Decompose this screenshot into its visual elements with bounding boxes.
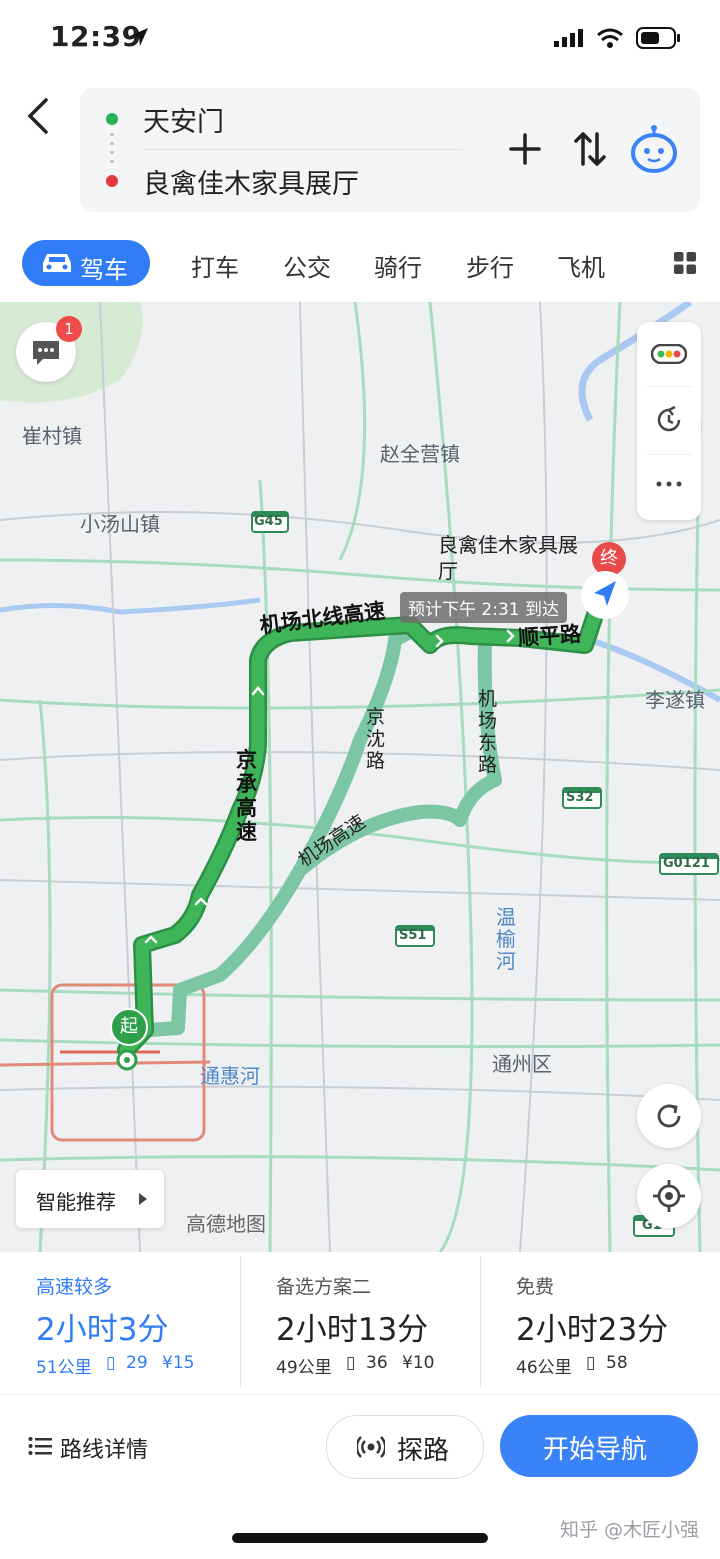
add-waypoint-icon[interactable] [508,132,542,166]
plan-option-2[interactable]: 备选方案二 2小时13分 49公里 ▯ 36 ¥10 [240,1252,480,1392]
plan-3-tag: 免费 [516,1276,555,1298]
more-options-icon[interactable] [655,480,683,488]
route-details-label: 路线详情 [60,1438,149,1463]
route-label-airport-east: 机场东路 [478,688,498,776]
tools-divider [647,386,691,387]
place-zhaoquanying: 赵全营镇 [380,442,460,466]
start-navigation-label: 开始导航 [543,1435,648,1465]
plan-2-toll: ¥10 [402,1353,435,1373]
route-label-jingshen: 京沈路 [366,706,386,772]
shield-s51: S51 [399,928,427,943]
plan-1-lights: 29 [126,1353,148,1373]
cellular-signal-icon [554,29,583,47]
status-bar: 12:39 [0,0,720,80]
swap-icon[interactable] [572,130,608,168]
plan-2-duration: 2小时13分 [276,1312,429,1348]
plan-2-distance: 49公里 [276,1358,332,1378]
tab-cycling[interactable]: 骑行 [374,248,422,283]
place-xiaotangshan: 小汤山镇 [80,512,160,536]
destination-field[interactable]: 良禽佳木家具展厅 [143,162,359,201]
route-connector [110,133,114,165]
probe-button[interactable]: 探路 [326,1415,484,1479]
tab-taxi[interactable]: 打车 [191,248,239,283]
tools-divider-2 [647,454,691,455]
locate-button[interactable] [637,1164,701,1228]
plan-1-tag: 高速较多 [36,1276,113,1298]
plan-option-3[interactable]: 免费 2小时23分 46公里 ▯ 58 [480,1252,720,1392]
destination-map-label: 良禽佳木家具展厅 [438,533,578,583]
smart-recommend-label: 智能推荐 [36,1190,116,1214]
wifi-icon [597,28,623,48]
watermark-text: 知乎 @木匠小强 [560,1519,700,1541]
river-tonghuihe: 通惠河 [200,1064,260,1088]
plan-2-lights: 36 [366,1353,388,1373]
shield-s32: S32 [566,790,594,805]
map-view[interactable]: G45 S32 G0121 S51 G1 崔村镇 赵全营镇 小汤山镇 李遂镇 通… [0,302,720,1252]
plan-option-1[interactable]: 高速较多 2小时3分 51公里 ▯ 29 ¥15 [0,1252,240,1392]
traffic-light-icon: ▯ [586,1353,596,1373]
list-icon [28,1437,52,1455]
shield-g45: G45 [254,514,283,529]
departure-time-icon[interactable] [653,404,685,436]
battery-icon [636,27,680,49]
home-indicator [232,1533,488,1543]
map-tools-panel [637,322,701,520]
start-navigation-button[interactable]: 开始导航 [500,1415,698,1477]
field-divider [143,149,463,150]
traffic-light-icon: ▯ [346,1353,356,1373]
plan-2-tag: 备选方案二 [276,1276,372,1298]
start-pin[interactable]: 起 [110,1008,148,1046]
map-canvas [0,302,720,1252]
plan-1-duration: 2小时3分 [36,1312,169,1348]
shield-g0121: G0121 [663,856,710,871]
car-icon [43,254,71,272]
triangle-right-icon [139,1193,147,1205]
plan-3-lights: 58 [606,1353,628,1373]
message-icon [33,341,59,365]
plan-1-distance: 51公里 [36,1358,92,1378]
start-location-icon [116,1049,138,1071]
plan-3-distance: 46公里 [516,1358,572,1378]
tab-walking[interactable]: 步行 [466,248,514,283]
traffic-icon[interactable] [651,344,687,364]
traffic-light-icon: ▯ [106,1353,116,1373]
more-modes-icon[interactable] [674,252,696,274]
broadcast-icon [357,1436,385,1458]
origin-dot [106,113,118,125]
probe-label: 探路 [397,1436,450,1466]
current-location-icon [581,571,629,619]
place-lisui: 李遂镇 [645,688,705,712]
refresh-button[interactable] [637,1084,701,1148]
smart-recommend-button[interactable]: 智能推荐 [16,1170,164,1228]
location-arrow-icon [130,28,148,46]
map-watermark: 高德地图 [186,1212,266,1236]
place-tongzhou: 通州区 [492,1052,552,1076]
plan-3-duration: 2小时23分 [516,1312,669,1348]
place-cuicun: 崔村镇 [22,424,82,448]
route-label-jingcheng: 京承高速 [236,748,257,844]
tab-transit[interactable]: 公交 [283,248,331,283]
river-wenyuhe: 温榆河 [496,905,516,973]
assistant-icon[interactable] [628,122,680,174]
destination-dot [106,175,118,187]
message-badge: 1 [56,316,82,342]
plan-1-toll: ¥15 [162,1353,195,1373]
locate-icon [653,1180,685,1212]
origin-field[interactable]: 天安门 [143,100,224,139]
refresh-icon [657,1104,681,1128]
tab-flight[interactable]: 飞机 [557,248,605,283]
eta-bubble: 预计下午 2:31 到达 [400,592,567,623]
tab-drive-label: 驾车 [80,256,128,284]
back-icon[interactable] [22,96,56,136]
